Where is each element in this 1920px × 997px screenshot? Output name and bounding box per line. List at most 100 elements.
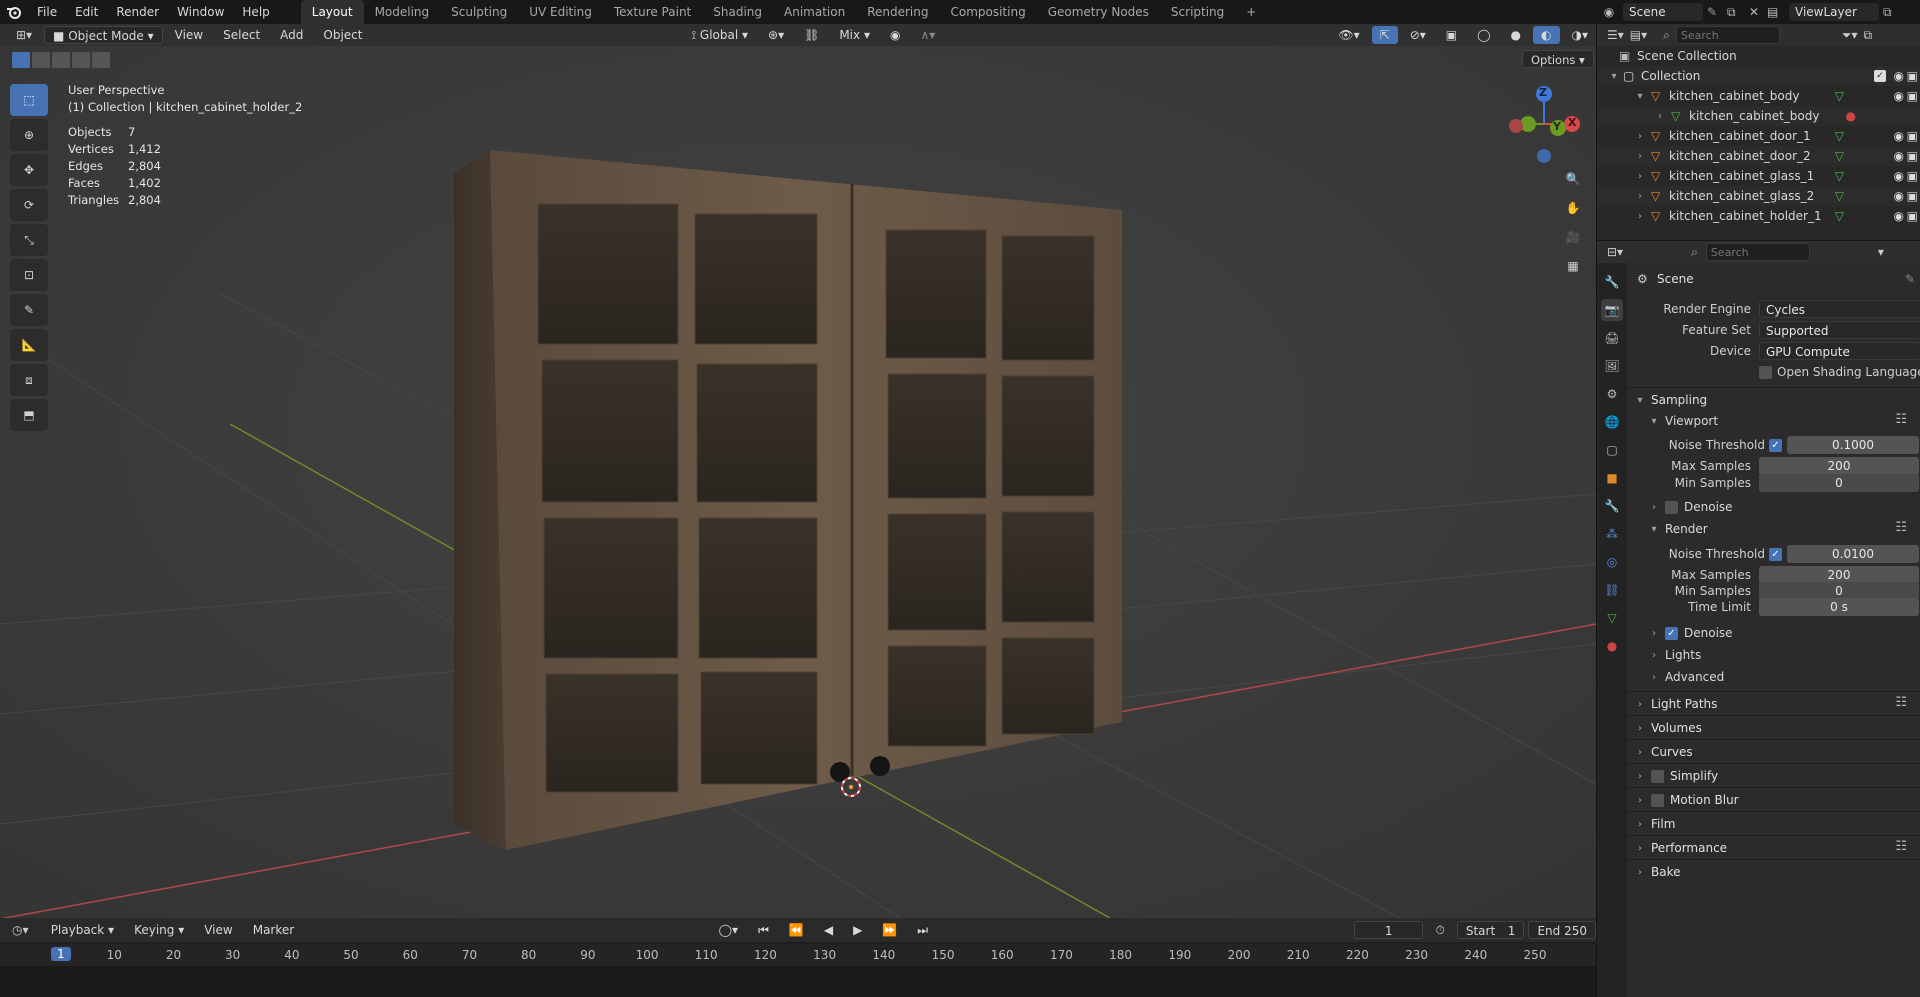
scene-name[interactable]: Scene (1623, 3, 1703, 21)
render-presets-list-icon[interactable]: ☷ (1895, 520, 1907, 535)
next-keyframe-icon[interactable]: ⏩ (874, 921, 905, 939)
advanced-subpanel-header[interactable]: › Advanced (1649, 667, 1724, 687)
overlays-icon[interactable]: ⊘▾ (1402, 26, 1434, 44)
scene-tab-icon[interactable]: ⚙ (1601, 383, 1623, 405)
vp-denoise-checkbox[interactable] (1665, 500, 1678, 514)
play-icon[interactable]: ▶ (845, 921, 870, 939)
mesh-data-icon[interactable]: ▽ (1835, 149, 1844, 163)
viewlayer-icon[interactable]: ▤ (1767, 5, 1785, 19)
properties-editor-type-icon[interactable]: ⊟▾ (1607, 245, 1623, 259)
visibility-icon[interactable]: 👁▾ (1330, 26, 1367, 44)
menu-view[interactable]: View (167, 26, 211, 44)
shading-rendered-icon[interactable]: ◑▾ (1564, 26, 1596, 44)
performance-presets-icon[interactable]: ☷ (1895, 839, 1907, 854)
start-frame-field[interactable]: Start 1 (1456, 921, 1525, 939)
menu-object[interactable]: Object (315, 26, 370, 44)
zoom-icon[interactable]: 🔍 (1560, 166, 1586, 192)
visibility-eye-icon[interactable]: ◉ (1894, 209, 1904, 223)
tab-modeling[interactable]: Modeling (364, 0, 441, 24)
frame-ruler[interactable]: 1 10 20 30 40 50 60 70 80 90 100 110 120 130 140 150 160… (0, 944, 1596, 996)
move-tool[interactable]: ✥ (10, 154, 48, 186)
display-mode-icon[interactable]: ▤▾ (1630, 28, 1647, 42)
mesh-data-icon[interactable]: ▽ (1835, 129, 1844, 143)
menu-help[interactable]: Help (233, 0, 278, 24)
visibility-eye-icon[interactable]: ◉ (1894, 129, 1904, 143)
timeline-view-menu[interactable]: View (196, 921, 240, 939)
scale-tool[interactable]: ⤡ (10, 224, 48, 256)
select-invert-icon[interactable] (72, 52, 90, 68)
chevron-right-icon[interactable]: › (1635, 131, 1645, 142)
select-new-icon[interactable] (12, 52, 30, 68)
visibility-eye-icon[interactable]: ◉ (1894, 89, 1904, 103)
motion-blur-checkbox[interactable] (1651, 793, 1664, 807)
render-camera-icon[interactable]: ▣ (1907, 149, 1918, 163)
shading-wireframe-icon[interactable]: ◯ (1469, 26, 1498, 44)
outliner-row[interactable]: › ▽ kitchen_cabinet_holder_1 ▽ ◉ ▣ (1597, 206, 1920, 226)
tool-tab-icon[interactable]: 🔧 (1601, 271, 1623, 293)
menu-select[interactable]: Select (215, 26, 268, 44)
editor-type-icon[interactable]: ⊞▾ (16, 28, 40, 42)
pin-context-icon[interactable]: ✎ (1905, 272, 1915, 286)
playback-dropdown[interactable]: Playback ▾ (43, 921, 122, 939)
collection-row[interactable]: ▾ ▢ Collection ✓ ◉ ▣ (1597, 66, 1920, 86)
vp-noise-threshold-checkbox[interactable]: ✓ (1769, 438, 1782, 452)
render-camera-icon[interactable]: ▣ (1907, 189, 1918, 203)
render-tab-icon[interactable]: 📷 (1601, 299, 1623, 321)
sampling-panel-header[interactable]: ▾ Sampling (1635, 389, 1707, 411)
mesh-data-icon[interactable]: ▽ (1835, 169, 1844, 183)
constraints-tab-icon[interactable]: ⛓ (1601, 579, 1623, 601)
menu-window[interactable]: Window (168, 0, 233, 24)
measure-tool[interactable]: 📐 (10, 329, 48, 361)
3d-viewport[interactable]: Z Y X ⊞▾ ■ Object Mode ▾ View Select Add… (0, 24, 1596, 918)
output-tab-icon[interactable]: 🖨 (1601, 327, 1623, 349)
shading-solid-icon[interactable]: ● (1503, 26, 1529, 44)
xray-icon[interactable]: ▣ (1438, 26, 1465, 44)
chevron-right-icon[interactable]: › (1635, 171, 1645, 182)
vp-min-samples-field[interactable]: 0 (1759, 474, 1919, 492)
menu-render[interactable]: Render (107, 0, 168, 24)
feature-set-dropdown[interactable]: Supported (1759, 321, 1920, 339)
annotate-tool[interactable]: ✎ (10, 294, 48, 326)
vp-denoise-subpanel-header[interactable]: › Denoise (1649, 497, 1733, 517)
properties-search-input[interactable] (1705, 243, 1810, 261)
simplify-checkbox[interactable] (1651, 769, 1664, 783)
r-denoise-subpanel-header[interactable]: › ✓ Denoise (1649, 623, 1733, 643)
tab-animation[interactable]: Animation (773, 0, 856, 24)
particles-tab-icon[interactable]: ⁂ (1601, 523, 1623, 545)
osl-checkbox[interactable] (1759, 365, 1772, 379)
device-dropdown[interactable]: GPU Compute (1759, 342, 1920, 360)
tab-sculpting[interactable]: Sculpting (440, 0, 518, 24)
render-camera-icon[interactable]: ▣ (1907, 89, 1918, 103)
outliner-row[interactable]: ▾ ▽ kitchen_cabinet_body ▽ ◉ ▣ (1597, 86, 1920, 106)
render-camera-icon[interactable]: ▣ (1907, 129, 1918, 143)
time-limit-field[interactable]: 0 s (1759, 598, 1919, 616)
falloff-icon[interactable]: ∧▾ (912, 26, 943, 44)
tab-uv-editing[interactable]: UV Editing (518, 0, 603, 24)
render-subpanel-header[interactable]: ▾ Render (1649, 519, 1707, 539)
light-paths-panel-header[interactable]: › Light Paths (1635, 693, 1717, 715)
motion-blur-panel-header[interactable]: › Motion Blur (1635, 789, 1739, 811)
outliner-editor-type-icon[interactable]: ☰▾ (1607, 28, 1624, 42)
new-scene-icon[interactable]: ⧉ (1727, 5, 1745, 20)
stopwatch-icon[interactable]: ⏱ (1427, 921, 1452, 939)
pin-icon[interactable]: ✎ (1707, 5, 1723, 19)
rotate-tool[interactable]: ⟳ (10, 189, 48, 221)
chevron-right-icon[interactable]: › (1635, 191, 1645, 202)
mesh-data-icon[interactable]: ▽ (1835, 189, 1844, 203)
menu-add[interactable]: Add (272, 26, 311, 44)
perspective-toggle-icon[interactable]: ▦ (1560, 253, 1586, 279)
viewport-subpanel-header[interactable]: ▾ Viewport (1649, 411, 1718, 431)
tab-geometry-nodes[interactable]: Geometry Nodes (1037, 0, 1160, 24)
collection-tab-icon[interactable]: ▢ (1601, 439, 1623, 461)
simplify-panel-header[interactable]: › Simplify (1635, 765, 1718, 787)
data-tab-icon[interactable]: ▽ (1601, 607, 1623, 629)
view-layer-tab-icon[interactable]: 🖼 (1601, 355, 1623, 377)
curves-panel-header[interactable]: › Curves (1635, 741, 1693, 763)
add-cube-tool[interactable]: ⧈ (10, 364, 48, 396)
collection-checkbox[interactable]: ✓ (1874, 70, 1886, 82)
chevron-right-icon[interactable]: › (1635, 211, 1645, 222)
visibility-eye-icon[interactable]: ◉ (1894, 189, 1904, 203)
film-panel-header[interactable]: › Film (1635, 813, 1675, 835)
object-tab-icon[interactable]: ■ (1601, 467, 1623, 489)
tab-compositing[interactable]: Compositing (939, 0, 1036, 24)
